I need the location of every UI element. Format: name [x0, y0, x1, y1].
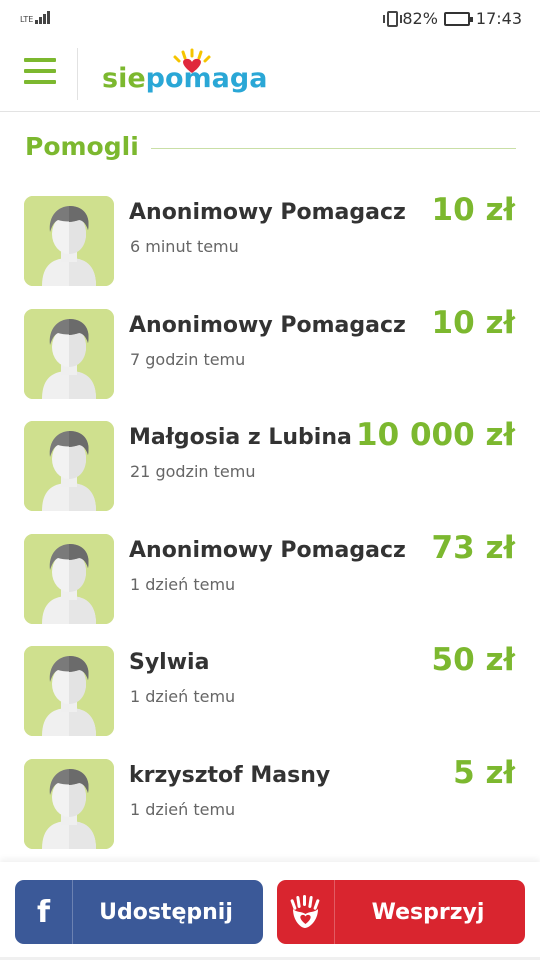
- default-avatar-icon: [24, 533, 114, 624]
- donation-amount: 50 zł: [431, 642, 515, 678]
- donor-name: krzysztof Masny: [129, 762, 331, 788]
- avatar: [24, 646, 114, 736]
- support-label: Wesprzyj: [371, 899, 485, 925]
- status-right: 82% 17:43: [383, 9, 522, 28]
- section-header: Pomogli: [25, 128, 516, 164]
- app-header: sie po maga: [0, 38, 540, 112]
- bottom-action-bar: f Udostępnij Wesprzyj: [0, 862, 540, 960]
- share-button[interactable]: f Udostępnij: [15, 880, 263, 944]
- donation-amount: 10 000 zł: [356, 417, 515, 453]
- default-avatar-icon: [24, 196, 114, 286]
- donor-name: Anonimowy Pomagacz: [129, 312, 406, 338]
- vibrate-icon: [383, 10, 403, 27]
- donor-list-item: Anonimowy Pomagacz 7 godzin temu 10 zł: [0, 303, 540, 416]
- hamburger-menu-icon[interactable]: [24, 58, 56, 88]
- avatar: [24, 421, 114, 511]
- facebook-icon: f: [15, 880, 73, 944]
- section-divider: [150, 147, 516, 149]
- donation-time: 1 dzień temu: [130, 687, 236, 706]
- donation-time: 21 godzin temu: [130, 462, 256, 481]
- default-avatar-icon: [24, 646, 114, 736]
- support-button[interactable]: Wesprzyj: [277, 880, 525, 944]
- avatar: [24, 758, 114, 849]
- donor-name: Anonimowy Pomagacz: [129, 537, 406, 563]
- donor-list-item: Anonimowy Pomagacz 1 dzień temu 73 zł: [0, 528, 540, 641]
- avatar: [24, 196, 114, 286]
- donor-name: Anonimowy Pomagacz: [129, 200, 406, 225]
- hands-heart-icon: [277, 880, 335, 944]
- donation-amount: 10 zł: [431, 192, 515, 228]
- default-avatar-icon: [24, 308, 114, 399]
- network-type: LTE: [20, 15, 34, 24]
- battery-icon: [443, 11, 473, 26]
- signal-bars-icon: [35, 8, 51, 24]
- donor-name: Sylwia: [129, 650, 210, 675]
- donation-time: 1 dzień temu: [130, 799, 236, 819]
- donation-time: 7 godzin temu: [130, 349, 246, 369]
- header-divider: [77, 48, 78, 100]
- section-title: Pomogli: [25, 131, 139, 161]
- donation-time: 1 dzień temu: [130, 574, 236, 594]
- clock: 17:43: [475, 9, 522, 28]
- battery-percent: 82%: [402, 9, 438, 28]
- donor-list: Anonimowy Pomagacz 6 minut temu 10 zł An…: [0, 190, 540, 865]
- share-label: Udostępnij: [99, 899, 233, 925]
- donor-list-item: Małgosia z Lubina 21 godzin temu 10 000 …: [0, 415, 540, 528]
- donor-list-item: Anonimowy Pomagacz 6 minut temu 10 zł: [0, 190, 540, 303]
- logo-sun-heart-icon: [173, 48, 211, 73]
- donation-amount: 5 zł: [453, 754, 515, 791]
- logo-part-sie: sie: [102, 63, 146, 94]
- donor-list-item: krzysztof Masny 1 dzień temu 5 zł: [0, 753, 540, 866]
- avatar: [24, 533, 114, 624]
- donor-name: Małgosia z Lubina: [129, 425, 352, 450]
- default-avatar-icon: [24, 758, 114, 849]
- donor-list-item: Sylwia 1 dzień temu 50 zł: [0, 640, 540, 753]
- avatar: [24, 308, 114, 399]
- signal-indicator: LTE: [20, 8, 51, 24]
- default-avatar-icon: [24, 421, 114, 511]
- donation-amount: 10 zł: [431, 304, 515, 341]
- status-bar: LTE 82% 17:43: [0, 0, 540, 38]
- donation-amount: 73 zł: [431, 529, 515, 566]
- donation-time: 6 minut temu: [130, 237, 239, 256]
